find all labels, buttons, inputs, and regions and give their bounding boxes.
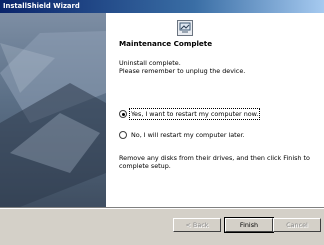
radio-restart-now-label[interactable]: Yes, I want to restart my computer now.: [128, 108, 261, 120]
computer-icon: [177, 20, 193, 36]
finish-button[interactable]: Finish: [224, 217, 274, 233]
installshield-wizard-window: InstallShield Wizard Maintenance Complet…: [0, 0, 324, 245]
uninstall-status-text: Uninstall complete.: [119, 59, 181, 67]
cancel-button[interactable]: Cancel: [273, 218, 321, 232]
back-button[interactable]: < Back: [173, 218, 221, 232]
decorative-graphic: [0, 31, 106, 207]
content-panel: Maintenance Complete Uninstall complete.…: [106, 13, 324, 207]
unplug-reminder-text: Please remember to unplug the device.: [119, 67, 246, 75]
left-graphic-panel: [0, 13, 106, 207]
page-title: Maintenance Complete: [119, 39, 213, 48]
window-title: InstallShield Wizard: [0, 0, 324, 13]
radio-restart-later-label[interactable]: No, I will restart my computer later.: [131, 131, 245, 139]
radio-button-selected[interactable]: [119, 110, 127, 118]
radio-button-unselected[interactable]: [119, 131, 127, 139]
finish-instructions-text: Remove any disks from their drives, and …: [119, 154, 310, 170]
radio-restart-now[interactable]: Yes, I want to restart my computer now.: [119, 108, 261, 120]
radio-restart-later[interactable]: No, I will restart my computer later.: [119, 131, 245, 139]
